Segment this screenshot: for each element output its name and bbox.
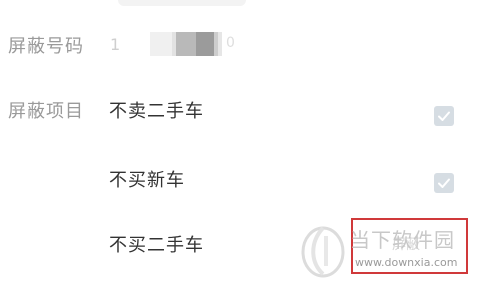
top-edge [118, 0, 246, 6]
option-no-buy-new-car[interactable]: 不买新车 [109, 170, 185, 192]
block-number-label: 屏蔽号码 [8, 36, 84, 57]
option-no-buy-new-car-checkbox[interactable] [434, 173, 454, 193]
phone-suffix: 0 [226, 35, 235, 51]
watermark-title: 当下软件园 [350, 228, 455, 252]
site-logo-icon [301, 226, 345, 278]
option-no-sell-used-car-checkbox[interactable] [434, 106, 454, 126]
phone-prefix: 1 [110, 35, 121, 54]
option-no-sell-used-car[interactable]: 不卖二手车 [109, 101, 204, 123]
block-items-label: 屏蔽项目 [8, 101, 84, 122]
check-icon [438, 178, 450, 188]
check-icon [438, 111, 450, 121]
pixel-mask [218, 32, 222, 56]
watermark-url: www.downxia.com [355, 256, 458, 269]
blocked-phone-number: 1 0 [110, 32, 240, 56]
option-no-buy-used-car[interactable]: 不买二手车 [109, 235, 204, 257]
